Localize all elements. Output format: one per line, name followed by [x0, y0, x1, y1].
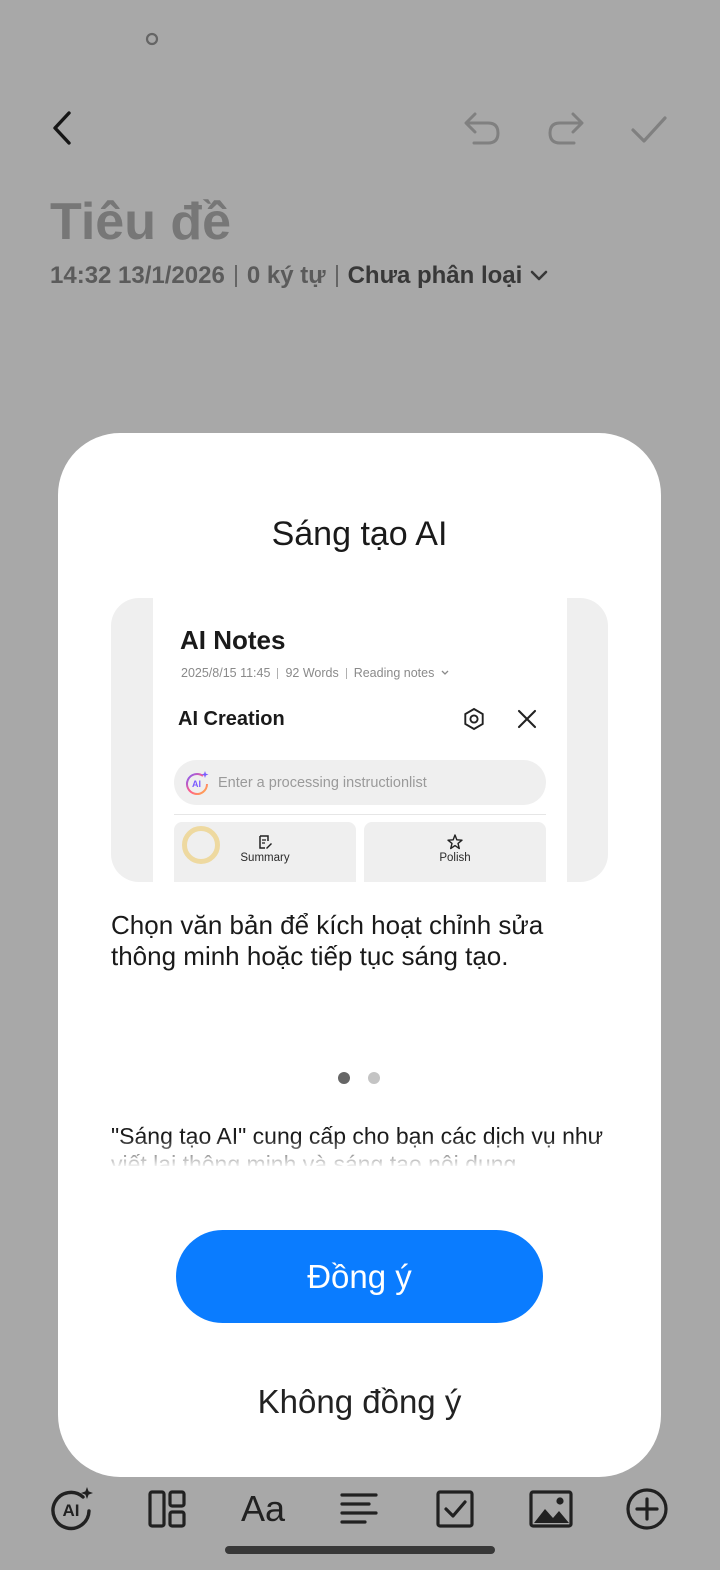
preview-polish-icon	[447, 834, 463, 850]
preview-summary-label: Summary	[240, 852, 290, 864]
preview-divider	[174, 814, 546, 815]
preview-settings-icon	[461, 706, 487, 732]
preview-note-meta: 2025/8/15 11:45 92 Words Reading notes	[181, 666, 449, 680]
preview-note-title: AI Notes	[180, 625, 286, 655]
preview-polish-chip: Polish	[364, 822, 546, 882]
svg-text:AI: AI	[192, 779, 201, 789]
preview-close-icon	[514, 706, 540, 732]
preview-meta-divider	[277, 667, 279, 679]
feature-preview-image: AI Notes 2025/8/15 11:45 92 Words Readin…	[111, 598, 608, 882]
preview-summary-icon	[259, 835, 272, 849]
preview-input-placeholder: Enter a processing instructionlist	[218, 774, 427, 791]
info-fade	[111, 1138, 611, 1168]
pager-dot-active[interactable]	[338, 1072, 350, 1084]
pager-dots	[338, 1072, 380, 1084]
preview-note-category: Reading notes	[353, 666, 435, 680]
preview-note-date: 2025/8/15 11:45	[181, 666, 271, 680]
preview-touch-indicator	[182, 826, 220, 864]
pager-dot[interactable]	[368, 1072, 380, 1084]
dialog-description: Chọn văn bản để kích hoạt chỉnh sửa thôn…	[111, 910, 544, 971]
preview-panel-title: AI Creation	[178, 708, 285, 730]
agree-button[interactable]: Đồng ý	[176, 1230, 543, 1323]
ai-creation-dialog: Sáng tạo AI AI Notes 2025/8/15 11:45 92 …	[58, 433, 661, 1477]
disagree-button[interactable]: Không đồng ý	[176, 1377, 543, 1427]
preview-instruction-input: AI Enter a processing instructionlist	[174, 760, 546, 805]
dialog-title: Sáng tạo AI	[271, 515, 448, 553]
preview-meta-divider	[345, 667, 347, 679]
preview-note-card: AI Notes 2025/8/15 11:45 92 Words Readin…	[153, 598, 567, 882]
preview-polish-label: Polish	[439, 852, 471, 864]
preview-chevron-down-icon	[441, 670, 449, 675]
preview-ai-icon: AI	[186, 770, 209, 795]
preview-note-words: 92 Words	[285, 666, 339, 680]
